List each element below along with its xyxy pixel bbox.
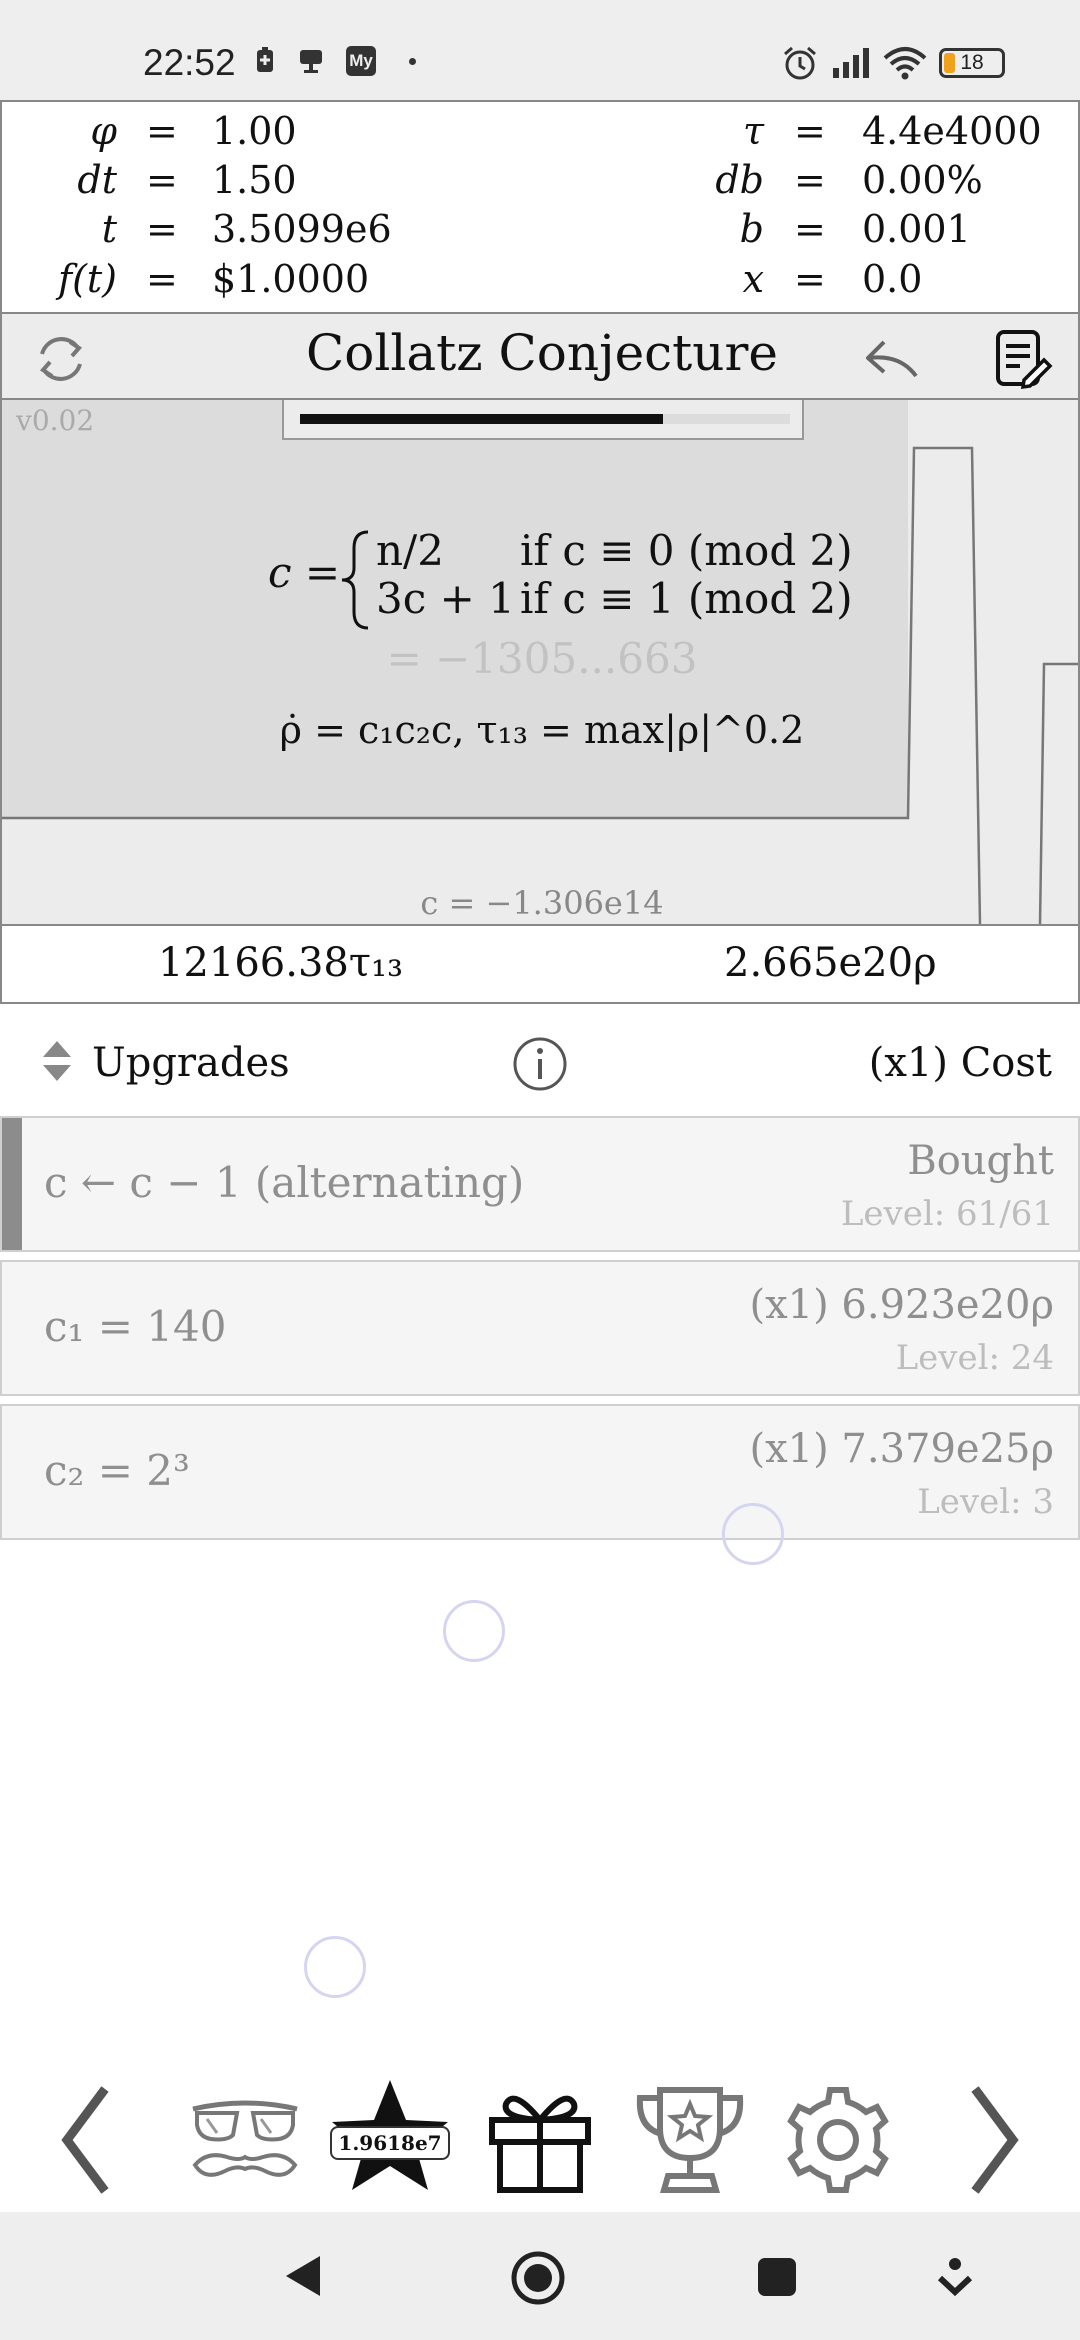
upgrade-formula: c₁ = 140 [44,1302,227,1351]
gift-icon[interactable] [480,2046,600,2234]
back-icon[interactable] [280,2252,324,2300]
upgrade-formula: c₂ = 2³ [44,1446,190,1495]
chevron-right-icon[interactable] [950,2046,1040,2234]
touch-indicator [443,1600,505,1662]
rho-dot-formula: ρ̇ = c₁c₂c, τ₁₃ = max|ρ|^0.2 [279,708,805,752]
touch-indicator [304,1936,366,1998]
gear-icon[interactable] [778,2046,898,2234]
theory-title-bar: Collatz Conjecture [0,314,1080,400]
system-nav [0,2212,1080,2340]
upgrade-level: Level: 24 [895,1338,1054,1378]
undo-icon[interactable] [860,328,922,390]
battery-icon: 18 [939,48,1005,78]
disguise-glasses-icon[interactable] [180,2046,310,2234]
notification-icon [300,50,322,73]
sort-arrows-icon[interactable] [40,1036,74,1086]
progress-fill [300,414,663,424]
c-value: c = −1.306e14 [420,884,664,922]
rho-currency: 2.665e20ρ [724,940,937,986]
status-time: 22:52 [143,42,236,83]
signal-icon [833,48,869,78]
var-ft: f(t) = $1.0000 [58,257,370,301]
my-app-icon: My [346,46,376,76]
formula-case2-expr: 3c + 1 [376,574,515,623]
var-db: db = 0.00% [715,158,983,202]
upgrade-cost: (x1) 7.379e25ρ [749,1426,1054,1472]
var-x: x = 0.0 [742,257,923,301]
upgrade-row-c2[interactable]: c₂ = 2³ (x1) 7.379e25ρ Level: 3 [0,1404,1080,1540]
home-icon[interactable] [510,2250,566,2306]
touch-indicator [722,1503,784,1565]
formula-case1-cond: if c ≡ 0 (mod 2) [520,526,853,575]
star-badge: 1.9618e7 [330,2126,450,2160]
battery-saver-icon [257,47,273,72]
var-dt: dt = 1.50 [77,158,297,202]
upgrade-level: Level: 3 [917,1482,1054,1522]
tau-currency: 12166.38τ₁₃ [158,940,404,986]
recents-icon[interactable] [756,2256,798,2298]
bought-indicator [2,1118,22,1250]
currency-bar: 12166.38τ₁₃ 2.665e20ρ [0,924,1080,1004]
variables-panel: φ = 1.00 dt = 1.50 t = 3.5099e6 f(t) = $… [0,100,1080,314]
version-label: v0.02 [16,404,95,437]
formula-case2-cond: if c ≡ 1 (mod 2) [520,574,853,623]
upgrade-level: Level: 61/61 [840,1194,1054,1234]
upgrade-row-c-alternating[interactable]: c ← c − 1 (alternating) Bought Level: 61… [0,1116,1080,1252]
var-tau: τ = 4.4e4000 [742,109,1042,153]
current-value: = −1305...663 [386,634,698,683]
formula-brace [341,530,369,630]
dot-icon [409,58,416,65]
wifi-icon [883,47,927,80]
upgrade-cost: (x1) 6.923e20ρ [749,1282,1054,1328]
var-b: b = 0.001 [739,207,971,251]
chevron-left-icon[interactable] [40,2046,130,2234]
cost-multiplier[interactable]: (x1) Cost [869,1040,1052,1086]
notes-edit-icon[interactable] [992,328,1054,390]
trophy-icon[interactable] [630,2046,750,2234]
var-phi: φ = 1.00 [90,109,297,153]
status-bar: 22:52 My 18 [0,0,1080,100]
theory-visual: v0.02 c = n/2 if c ≡ 0 (mod 2) 3c + 1 if… [0,400,1080,924]
formula-case1-expr: n/2 [376,526,444,575]
publication-progress [282,400,804,440]
upgrade-formula: c ← c − 1 (alternating) [44,1158,525,1207]
alarm-icon [784,46,816,80]
star-icon[interactable]: 1.9618e7 [325,2046,455,2234]
upgrade-status: Bought [907,1138,1054,1184]
formula-lhs: c = [268,548,341,597]
bottom-nav: 1.9618e7 [0,2046,1080,2234]
var-t: t = 3.5099e6 [101,207,392,251]
upgrade-row-c1[interactable]: c₁ = 140 (x1) 6.923e20ρ Level: 24 [0,1260,1080,1396]
battery-level: 18 [960,51,984,74]
keyboard-down-icon[interactable] [936,2256,974,2300]
info-icon[interactable] [512,1036,568,1092]
upgrades-label: Upgrades [92,1040,290,1086]
upgrades-header: Upgrades (x1) Cost [0,1004,1080,1116]
